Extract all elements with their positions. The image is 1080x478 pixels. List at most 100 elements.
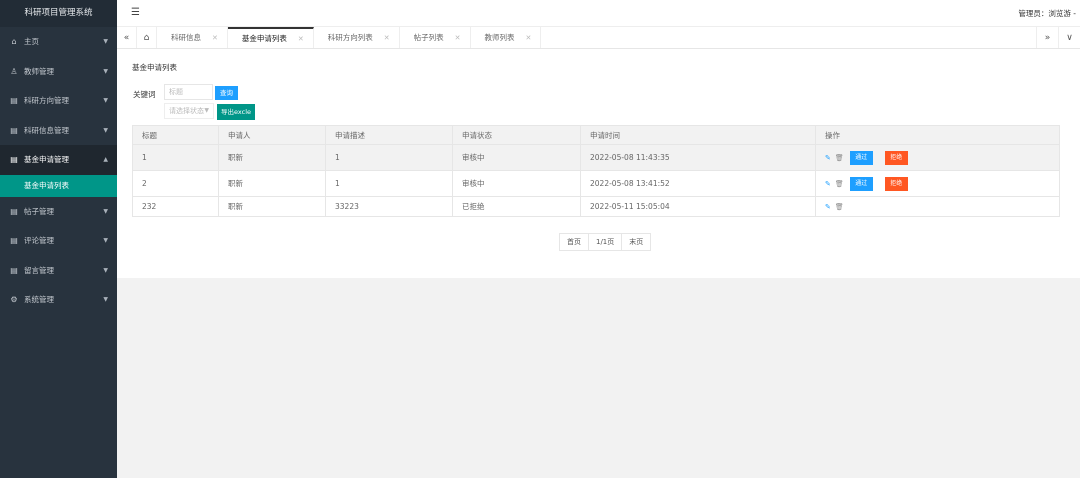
cell-time: 2022-05-08 13:41:52 xyxy=(580,170,816,197)
tab-research-info[interactable]: 科研信息 ✕ xyxy=(157,27,228,48)
cell-desc: 33223 xyxy=(325,196,453,217)
grid-icon: ▤ xyxy=(10,125,18,135)
cell-applicant: 职新 xyxy=(218,196,326,217)
cell-actions: ✎ 🗑 通过 拒绝 xyxy=(815,144,1060,171)
close-icon[interactable]: ✕ xyxy=(298,35,304,43)
tabs-scroll-right-icon[interactable]: » xyxy=(1036,27,1058,48)
search-button[interactable]: 查询 xyxy=(215,86,238,100)
sidebar-item-label: 科研信息管理 xyxy=(24,125,69,135)
table-row: 2 职新 1 审核中 2022-05-08 13:41:52 ✎ 🗑 通过 拒绝 xyxy=(132,170,1060,197)
pager-first[interactable]: 首页 xyxy=(560,234,589,250)
pager-info: 1/1页 xyxy=(589,234,623,250)
tab-teacher-list[interactable]: 教师列表 ✕ xyxy=(471,27,542,48)
reject-button[interactable]: 拒绝 xyxy=(884,150,908,165)
cell-applicant: 职新 xyxy=(218,170,326,197)
top-header: ☰ 管理员：浏览游 - xyxy=(117,0,1080,27)
chevron-down-icon: ▼ xyxy=(103,67,108,75)
close-icon[interactable]: ✕ xyxy=(384,34,390,42)
edit-icon[interactable]: ✎ xyxy=(825,180,831,188)
sidebar-item-label: 评论管理 xyxy=(24,236,54,245)
col-header-status: 申请状态 xyxy=(452,125,581,145)
chevron-up-icon: ▲ xyxy=(103,156,108,163)
sidebar-item-label: 帖子管理 xyxy=(24,206,54,216)
user-icon: ♙ xyxy=(10,66,18,76)
grid-icon: ▤ xyxy=(10,265,18,275)
close-icon[interactable]: ✕ xyxy=(526,34,532,42)
cell-title: 232 xyxy=(132,196,219,217)
sidebar-item-teachers[interactable]: ♙ 教师管理 ▼ xyxy=(0,57,117,87)
sidebar-item-research-direction[interactable]: ▤ 科研方向管理 ▼ xyxy=(0,86,117,116)
page-title: 基金申请列表 xyxy=(132,63,177,72)
table-row: 232 职新 33223 已拒绝 2022-05-11 15:05:04 ✎ 🗑 xyxy=(132,196,1060,217)
close-icon[interactable]: ✕ xyxy=(212,34,218,42)
grid-icon: ▤ xyxy=(10,96,18,105)
sidebar-item-messages[interactable]: ▤ 留言管理 ▼ xyxy=(0,256,117,286)
fund-apply-table: 标题 申请人 申请描述 申请状态 申请时间 操作 1 职新 1 审核中 2022… xyxy=(132,125,1060,217)
delete-icon[interactable]: 🗑 xyxy=(835,180,844,188)
cell-actions: ✎ 🗑 xyxy=(815,196,1060,217)
keyword-input[interactable]: 标题 xyxy=(164,84,213,100)
cell-time: 2022-05-08 11:43:35 xyxy=(580,144,816,171)
tab-post-list[interactable]: 帖子列表 ✕ xyxy=(400,27,471,48)
tabs-dropdown-icon[interactable]: ∨ xyxy=(1058,27,1080,48)
hamburger-icon[interactable]: ☰ xyxy=(131,7,140,18)
pager-last[interactable]: 末页 xyxy=(622,234,650,250)
tabs-scroll-left-icon[interactable]: « xyxy=(117,27,137,48)
sidebar-item-posts[interactable]: ▤ 帖子管理 ▼ xyxy=(0,197,117,227)
tab-spacer xyxy=(541,27,1036,48)
grid-icon: ▤ xyxy=(10,206,18,216)
col-header-actions: 操作 xyxy=(815,125,1060,145)
main-content: 基金申请列表 关键词 标题 查询 请选择状态 ▼ 导出excle 标题 申请人 … xyxy=(117,49,1080,278)
tab-fund-apply-list[interactable]: 基金申请列表 ✕ xyxy=(227,27,314,48)
tab-label: 科研信息 xyxy=(171,33,201,42)
keyword-label: 关键词 xyxy=(133,90,156,99)
approve-button[interactable]: 通过 xyxy=(849,176,873,191)
sidebar-item-fund-apply[interactable]: ▤ 基金申请管理 ▲ xyxy=(0,145,117,175)
delete-icon[interactable]: 🗑 xyxy=(835,203,844,211)
sidebar-item-home[interactable]: ⌂ 主页 ▼ xyxy=(0,27,117,57)
cell-time: 2022-05-11 15:05:04 xyxy=(580,196,816,217)
sidebar-item-comments[interactable]: ▤ 评论管理 ▼ xyxy=(0,226,117,256)
cell-status: 审核中 xyxy=(452,170,581,197)
tab-research-direction-list[interactable]: 科研方向列表 ✕ xyxy=(314,27,400,48)
app-title: 科研项目管理系统 xyxy=(0,0,117,27)
tab-label: 教师列表 xyxy=(484,33,515,42)
home-tab-icon[interactable]: ⌂ xyxy=(137,27,157,48)
home-icon: ⌂ xyxy=(11,37,17,46)
sidebar-subitem-fund-list[interactable]: 基金申请列表 xyxy=(0,174,117,197)
chevron-down-icon: ▼ xyxy=(103,266,108,274)
admin-user-menu[interactable]: 管理员：浏览游 - xyxy=(1018,8,1076,19)
chevron-down-icon: ▼ xyxy=(103,97,108,104)
approve-button[interactable]: 通过 xyxy=(849,150,873,165)
sidebar-item-label: 科研方向管理 xyxy=(24,96,69,105)
delete-icon[interactable]: 🗑 xyxy=(835,154,844,162)
edit-icon[interactable]: ✎ xyxy=(825,203,831,211)
cell-title: 2 xyxy=(132,170,219,197)
reject-button[interactable]: 拒绝 xyxy=(884,176,908,191)
tab-label: 帖子列表 xyxy=(413,33,444,42)
chevron-down-icon: ▼ xyxy=(103,296,108,303)
cell-status: 审核中 xyxy=(452,144,581,171)
chevron-down-icon: ▼ xyxy=(204,107,209,114)
grid-icon: ▤ xyxy=(10,236,18,245)
pagination: 首页 1/1页 末页 xyxy=(559,233,652,251)
sidebar: 科研项目管理系统 ⌂ 主页 ▼ ♙ 教师管理 ▼ ▤ 科研方向管理 ▼ ▤ 科研… xyxy=(0,0,117,478)
tab-bar: « ⌂ 科研信息 ✕ 基金申请列表 ✕ 科研方向列表 ✕ 帖子列表 ✕ 教师列表… xyxy=(117,27,1080,49)
export-excel-button[interactable]: 导出excle xyxy=(217,104,255,120)
sidebar-item-label: 系统管理 xyxy=(24,295,54,304)
sidebar-item-research-info[interactable]: ▤ 科研信息管理 ▼ xyxy=(0,116,117,146)
edit-icon[interactable]: ✎ xyxy=(825,154,831,162)
close-icon[interactable]: ✕ xyxy=(455,34,461,42)
sidebar-item-label: 教师管理 xyxy=(24,66,54,76)
sidebar-item-label: 基金申请管理 xyxy=(24,155,69,164)
status-select[interactable]: 请选择状态 ▼ xyxy=(164,103,214,119)
tab-label: 科研方向列表 xyxy=(327,33,373,42)
table-row: 1 职新 1 审核中 2022-05-08 11:43:35 ✎ 🗑 通过 拒绝 xyxy=(132,144,1060,171)
chevron-down-icon: ▼ xyxy=(103,237,108,244)
sidebar-item-label: 留言管理 xyxy=(24,265,54,275)
cell-desc: 1 xyxy=(325,170,453,197)
tab-label: 基金申请列表 xyxy=(241,34,287,43)
sidebar-item-system[interactable]: ⚙ 系统管理 ▼ xyxy=(0,285,117,315)
cell-applicant: 职新 xyxy=(218,144,326,171)
cell-status: 已拒绝 xyxy=(452,196,581,217)
